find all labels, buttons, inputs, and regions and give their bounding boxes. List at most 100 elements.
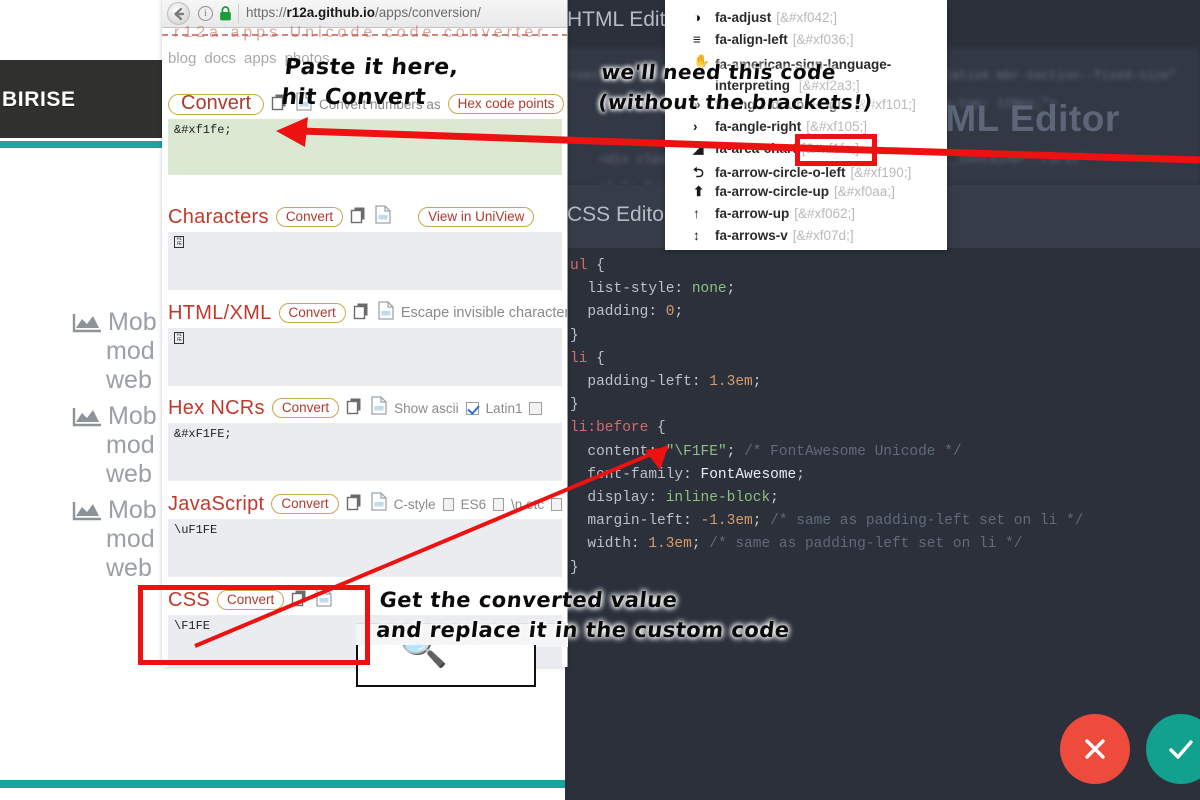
list-item[interactable]: ↕ fa-arrows-v [&#xf07d;]: [665, 228, 947, 250]
check-icon: [1165, 733, 1197, 765]
html-xml-title: HTML/XML: [168, 302, 272, 325]
paste-file-icon[interactable]: [371, 492, 387, 516]
feature-text: Mob: [108, 308, 157, 336]
characters-header: Characters Convert View in UniView: [168, 205, 562, 229]
info-icon[interactable]: i: [198, 6, 213, 21]
css-code-area[interactable]: ul { list-style: none; padding: 0; } li …: [570, 255, 1200, 580]
copy-icon[interactable]: [346, 397, 364, 420]
list-item[interactable]: ≡ fa-align-left [&#xf036;]: [665, 32, 947, 54]
fa-arrow-circle-up-icon: ⬆: [693, 184, 715, 200]
area-chart-icon: [72, 312, 102, 334]
url-host: r12a.github.io: [287, 5, 376, 20]
list-item[interactable]: ↑ fa-arrow-up [&#xf062;]: [665, 206, 947, 228]
javascript-title: JavaScript: [168, 493, 264, 516]
missing-glyph-box: F1FE: [174, 332, 184, 344]
characters-section: Characters Convert View in UniView: [168, 205, 562, 290]
html-xml-section: HTML/XML Convert Escape invisible chara: [168, 301, 562, 386]
icon-code: [&#xf07d;]: [793, 228, 854, 243]
characters-textarea[interactable]: F1FE: [168, 232, 562, 290]
icon-name: fa-adjust: [715, 10, 771, 25]
icon-name: fa-arrow-circle-o-left: [715, 165, 846, 180]
search-icon: 🔍: [398, 645, 448, 670]
escape-invisible-label: Escape invisible characters: [401, 305, 568, 321]
url-bar[interactable]: https://r12a.github.io/apps/conversion/: [246, 5, 481, 20]
list-item[interactable]: ◑ fa-adjust [&#xf042;]: [665, 10, 947, 32]
fa-arrow-circle-o-left-icon: ⮌: [693, 163, 715, 186]
es6-label: ES6: [461, 497, 487, 512]
latin1-label: Latin1: [486, 401, 523, 416]
number-format-select[interactable]: Hex code points: [448, 94, 565, 114]
highlight-box-icon-code: [795, 134, 877, 166]
mobirise-header-accent-bar: [0, 141, 162, 148]
javascript-textarea[interactable]: \uF1FE: [168, 519, 562, 577]
copy-icon[interactable]: [346, 493, 364, 516]
hex-ncrs-title: Hex NCRs: [168, 397, 265, 420]
annotation-need-code-note: we'll need this code (without the bracke…: [597, 57, 877, 117]
url-separator: [238, 4, 239, 23]
fa-align-left-icon: ≡: [693, 32, 715, 47]
url-scheme: https://: [246, 5, 287, 20]
javascript-header: JavaScript Convert C-style: [168, 492, 562, 516]
icon-code: [&#xf036;]: [793, 32, 854, 47]
icon-name: fa-arrow-circle-up: [715, 184, 829, 199]
mobirise-logo: BIRISE: [2, 88, 76, 112]
paste-file-icon[interactable]: [378, 301, 394, 325]
icon-name: fa-arrows-v: [715, 228, 788, 243]
css-editor-label: CSS Editor:: [567, 203, 677, 227]
icon-code: [&#xf042;]: [776, 10, 837, 25]
annotation-paste-note: Paste it here, hit Convert: [280, 53, 460, 113]
es6-checkbox[interactable]: [493, 498, 504, 511]
icon-name: fa-angle-right: [715, 119, 801, 134]
copy-icon[interactable]: [353, 302, 371, 325]
show-ascii-checkbox[interactable]: [466, 402, 479, 415]
icon-code: [&#xf062;]: [794, 206, 855, 221]
html-xml-convert-button[interactable]: Convert: [279, 303, 346, 323]
newline-etc-checkbox[interactable]: [551, 498, 562, 511]
feature-text: Mob: [108, 496, 157, 524]
hex-ncrs-convert-button[interactable]: Convert: [272, 398, 339, 418]
highlight-box-css-output: [138, 585, 370, 665]
fa-angle-right-icon: ›: [693, 119, 715, 134]
site-breadcrumb-ghost: r12a apps Unicode code converter: [174, 24, 547, 42]
javascript-convert-button[interactable]: Convert: [271, 494, 338, 514]
fa-arrow-up-icon: ↑: [693, 206, 715, 221]
hex-ncrs-textarea[interactable]: &#xF1FE;: [168, 423, 562, 481]
characters-convert-button[interactable]: Convert: [276, 207, 343, 227]
icon-name: fa-align-left: [715, 32, 788, 47]
converter-input-textarea[interactable]: &#xf1fe;: [168, 119, 562, 175]
close-icon: [1080, 734, 1110, 764]
canvas-bottom-padding: [0, 788, 565, 800]
missing-glyph-box: F1FE: [174, 236, 184, 248]
icon-code: [&#xf105;]: [806, 119, 867, 134]
magnifier-popup: 🔍: [356, 645, 536, 687]
area-chart-icon: [72, 406, 102, 428]
copy-icon[interactable]: [350, 206, 368, 229]
show-ascii-label: Show ascii: [394, 401, 459, 416]
c-style-checkbox[interactable]: [443, 498, 454, 511]
nav-link-apps[interactable]: apps: [244, 50, 277, 67]
paste-file-icon[interactable]: [371, 396, 387, 420]
icon-code: [&#xf0aa;]: [834, 184, 895, 199]
html-xml-header: HTML/XML Convert Escape invisible chara: [168, 301, 562, 325]
feature-text: Mob: [108, 402, 157, 430]
view-in-uniview-button[interactable]: View in UniView: [418, 207, 534, 227]
nav-link-blog[interactable]: blog: [168, 50, 196, 67]
latin1-checkbox[interactable]: [529, 402, 542, 415]
fa-arrows-v-icon: ↕: [693, 228, 715, 243]
c-style-label: C-style: [394, 497, 436, 512]
icon-code: [&#xf190;]: [851, 165, 912, 180]
icon-name: fa-arrow-up: [715, 206, 789, 221]
cancel-button[interactable]: [1060, 714, 1130, 784]
convert-button-main[interactable]: Convert: [168, 94, 264, 115]
characters-title: Characters: [168, 206, 269, 229]
html-xml-textarea[interactable]: F1FE: [168, 328, 562, 386]
nav-link-docs[interactable]: docs: [204, 50, 236, 67]
paste-file-icon[interactable]: [375, 205, 391, 229]
list-item[interactable]: ⬆ fa-arrow-circle-up [&#xf0aa;]: [665, 184, 947, 206]
back-arrow-icon[interactable]: [167, 2, 190, 25]
screenshot-root: BIRISE Mob mod web Mob mod web: [0, 0, 1200, 800]
fontawesome-icon-dropdown[interactable]: ◑ fa-adjust [&#xf042;] ≡ fa-align-left […: [665, 0, 947, 250]
mobirise-footer-accent-bar: [0, 780, 565, 788]
site-divider: [162, 34, 568, 36]
hex-ncrs-section: Hex NCRs Convert Show ascii: [168, 396, 562, 481]
